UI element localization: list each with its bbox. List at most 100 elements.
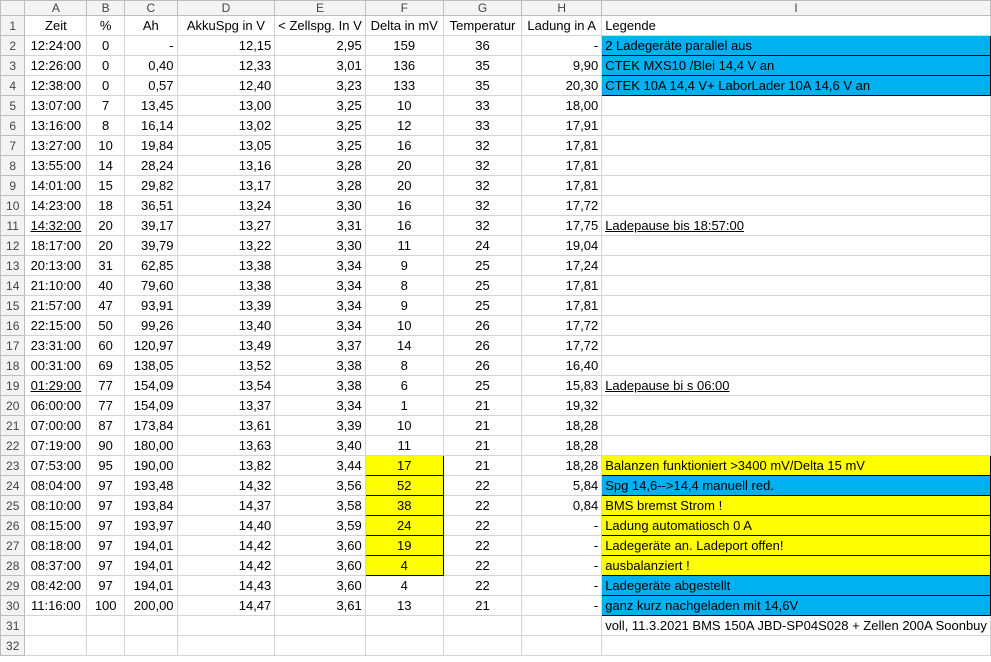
row-number[interactable]: 31 [0, 615, 26, 636]
data-cell[interactable]: 25 [442, 295, 523, 316]
data-cell[interactable]: 3,28 [274, 175, 366, 196]
header-cell[interactable]: Ah [124, 15, 178, 36]
data-cell[interactable]: 14,37 [176, 495, 276, 516]
data-cell[interactable]: 14,42 [176, 535, 276, 556]
data-cell[interactable] [521, 615, 603, 636]
row-number[interactable]: 8 [0, 155, 26, 176]
data-cell[interactable]: 08:10:00 [24, 495, 88, 516]
data-cell[interactable]: 26 [442, 335, 523, 356]
data-cell[interactable]: 14,40 [176, 515, 276, 536]
data-cell[interactable]: 08:15:00 [24, 515, 88, 536]
data-cell[interactable]: 22 [442, 495, 523, 516]
data-cell[interactable]: 97 [86, 535, 126, 556]
data-cell[interactable] [86, 635, 126, 656]
data-cell[interactable]: 16 [364, 135, 444, 156]
row-number[interactable]: 25 [0, 495, 26, 516]
data-cell[interactable]: 13,63 [176, 435, 276, 456]
legend-cell[interactable] [601, 315, 991, 336]
data-cell[interactable]: 154,09 [124, 375, 178, 396]
data-cell[interactable]: 200,00 [124, 595, 178, 616]
data-cell[interactable]: 4 [364, 555, 444, 576]
data-cell[interactable]: 87 [86, 415, 126, 436]
data-cell[interactable]: 18 [86, 195, 126, 216]
data-cell[interactable]: 12:24:00 [24, 35, 88, 56]
data-cell[interactable] [274, 615, 366, 636]
data-cell[interactable]: 10 [86, 135, 126, 156]
data-cell[interactable]: 21 [442, 595, 523, 616]
data-cell[interactable]: 3,39 [274, 415, 366, 436]
data-cell[interactable]: 22 [442, 475, 523, 496]
data-cell[interactable]: 193,84 [124, 495, 178, 516]
column-header-b[interactable]: B [86, 0, 126, 16]
legend-cell[interactable]: Spg 14,6-->14,4 manuell red. [601, 475, 991, 496]
row-number[interactable]: 10 [0, 195, 26, 216]
header-cell[interactable]: Temperatur [442, 15, 523, 36]
data-cell[interactable]: 0 [86, 55, 126, 76]
data-cell[interactable]: 15,83 [521, 375, 603, 396]
row-number[interactable]: 1 [0, 15, 26, 36]
data-cell[interactable]: 32 [442, 135, 523, 156]
data-cell[interactable]: 18:17:00 [24, 235, 88, 256]
header-cell[interactable]: < Zellspg. In V [274, 15, 366, 36]
row-number[interactable]: 2 [0, 35, 26, 56]
data-cell[interactable]: 18,00 [521, 95, 603, 116]
data-cell[interactable]: 20:13:00 [24, 255, 88, 276]
legend-cell[interactable]: voll, 11.3.2021 BMS 150A JBD-SP04S028 + … [601, 615, 991, 636]
row-number[interactable]: 32 [0, 635, 26, 656]
data-cell[interactable]: 17,91 [521, 115, 603, 136]
row-number[interactable]: 26 [0, 515, 26, 536]
header-cell[interactable]: % [86, 15, 126, 36]
legend-cell[interactable] [601, 335, 991, 356]
row-number[interactable]: 20 [0, 395, 26, 416]
data-cell[interactable]: 17,81 [521, 155, 603, 176]
data-cell[interactable]: 0,40 [124, 55, 178, 76]
data-cell[interactable]: 17,72 [521, 195, 603, 216]
data-cell[interactable]: 16,14 [124, 115, 178, 136]
data-cell[interactable]: 0,57 [124, 75, 178, 96]
data-cell[interactable]: 07:00:00 [24, 415, 88, 436]
data-cell[interactable]: 35 [442, 55, 523, 76]
data-cell[interactable]: 8 [364, 275, 444, 296]
data-cell[interactable] [124, 635, 178, 656]
legend-cell[interactable] [601, 415, 991, 436]
header-cell[interactable]: AkkuSpg in V [176, 15, 276, 36]
data-cell[interactable]: 14 [364, 335, 444, 356]
data-cell[interactable]: 3,30 [274, 235, 366, 256]
data-cell[interactable]: 13,16 [176, 155, 276, 176]
data-cell[interactable]: 08:37:00 [24, 555, 88, 576]
data-cell[interactable]: 38 [364, 495, 444, 516]
data-cell[interactable]: 18,28 [521, 415, 603, 436]
data-cell[interactable] [86, 615, 126, 636]
data-cell[interactable]: 0,84 [521, 495, 603, 516]
data-cell[interactable]: 0 [86, 75, 126, 96]
data-cell[interactable]: 12:26:00 [24, 55, 88, 76]
data-cell[interactable]: 2,95 [274, 35, 366, 56]
data-cell[interactable] [176, 615, 276, 636]
data-cell[interactable]: 13,37 [176, 395, 276, 416]
data-cell[interactable]: 3,30 [274, 195, 366, 216]
data-cell[interactable]: 9 [364, 255, 444, 276]
row-number[interactable]: 18 [0, 355, 26, 376]
row-number[interactable]: 3 [0, 55, 26, 76]
data-cell[interactable]: 13,49 [176, 335, 276, 356]
data-cell[interactable] [274, 635, 366, 656]
data-cell[interactable]: 95 [86, 455, 126, 476]
data-cell[interactable] [442, 615, 523, 636]
data-cell[interactable]: 07:19:00 [24, 435, 88, 456]
data-cell[interactable]: 3,59 [274, 515, 366, 536]
data-cell[interactable]: - [124, 35, 178, 56]
data-cell[interactable]: 11:16:00 [24, 595, 88, 616]
data-cell[interactable]: 17,81 [521, 275, 603, 296]
data-cell[interactable]: 3,60 [274, 555, 366, 576]
data-cell[interactable]: 17,72 [521, 315, 603, 336]
data-cell[interactable]: 22 [442, 535, 523, 556]
legend-cell[interactable]: 2 Ladegeräte parallel aus [601, 35, 991, 56]
column-header-h[interactable]: H [521, 0, 603, 16]
data-cell[interactable]: 14,42 [176, 555, 276, 576]
data-cell[interactable]: 190,00 [124, 455, 178, 476]
data-cell[interactable]: 23:31:00 [24, 335, 88, 356]
data-cell[interactable]: 21:57:00 [24, 295, 88, 316]
data-cell[interactable]: 22:15:00 [24, 315, 88, 336]
column-header-c[interactable]: C [124, 0, 178, 16]
data-cell[interactable]: 39,79 [124, 235, 178, 256]
